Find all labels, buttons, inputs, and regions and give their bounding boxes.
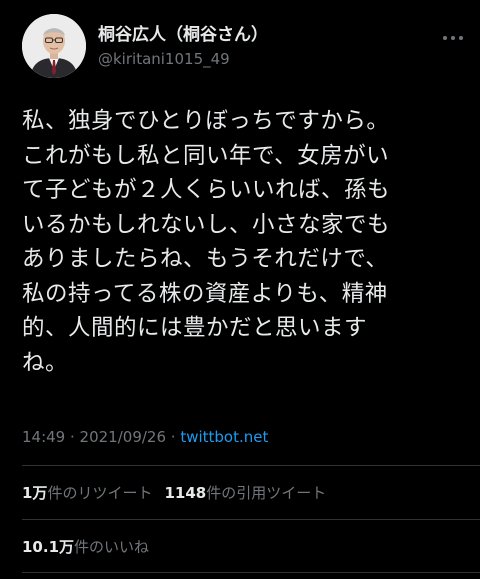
tweet-text-line: 私、独身でひとりぼっちですから。 bbox=[22, 108, 390, 134]
more-icon[interactable] bbox=[438, 28, 468, 48]
tweet-source-link[interactable]: twittbot.net bbox=[180, 428, 268, 446]
stats-row: 1万件のリツイート 1148件の引用ツイート bbox=[22, 482, 338, 503]
tweet-text-line: て子どもが２人くらいいれば、孫も bbox=[22, 177, 391, 203]
tweet-text-line: ありましたらね、もうそれだけで、 bbox=[22, 246, 389, 272]
quotes-label: 件の引用ツイート bbox=[206, 484, 327, 502]
likes-count: 10.1万 bbox=[22, 538, 75, 556]
user-handle[interactable]: @kiritani1015_49 bbox=[98, 48, 268, 70]
quotes-stat[interactable]: 1148件の引用ツイート bbox=[164, 482, 326, 503]
author-names: 桐谷広人（桐谷さん） @kiritani1015_49 bbox=[98, 24, 268, 70]
tweet-text-line: ね。 bbox=[22, 349, 69, 376]
tweet-meta: 14:49 · 2021/09/26 · twittbot.net bbox=[22, 428, 268, 446]
retweets-label: 件のリツイート bbox=[47, 484, 153, 502]
retweets-stat[interactable]: 1万件のリツイート bbox=[22, 482, 152, 503]
display-name[interactable]: 桐谷広人（桐谷さん） bbox=[98, 24, 268, 46]
tweet-date[interactable]: 2021/09/26 bbox=[80, 428, 166, 446]
meta-separator: · bbox=[65, 428, 80, 446]
tweet-time[interactable]: 14:49 bbox=[22, 428, 65, 446]
likes-row: 10.1万件のいいね bbox=[22, 536, 161, 557]
quotes-count: 1148 bbox=[164, 484, 207, 502]
tweet-text-line: いるかもしれないし、小さな家でも bbox=[22, 211, 391, 238]
tweet-text-line: これがもし私と同い年で、女房がい bbox=[22, 142, 390, 169]
divider bbox=[22, 519, 480, 520]
divider bbox=[22, 572, 480, 573]
tweet-text-line: 私の持ってる株の資産よりも、精神 bbox=[22, 280, 388, 307]
tweet-text: 私、独身でひとりぼっちですから。 これがもし私と同い年で、女房がい て子どもが２… bbox=[22, 104, 462, 380]
retweets-count: 1万 bbox=[22, 484, 48, 502]
likes-stat[interactable]: 10.1万件のいいね bbox=[22, 536, 149, 557]
avatar-portrait-image bbox=[22, 14, 86, 78]
divider bbox=[22, 465, 480, 466]
avatar[interactable] bbox=[22, 14, 86, 78]
tweet-text-line: 的、人間的には豊かだと思います bbox=[22, 315, 368, 341]
likes-label: 件のいいね bbox=[74, 538, 150, 556]
meta-separator: · bbox=[166, 428, 181, 446]
tweet-header: 桐谷広人（桐谷さん） @kiritani1015_49 bbox=[22, 14, 468, 84]
